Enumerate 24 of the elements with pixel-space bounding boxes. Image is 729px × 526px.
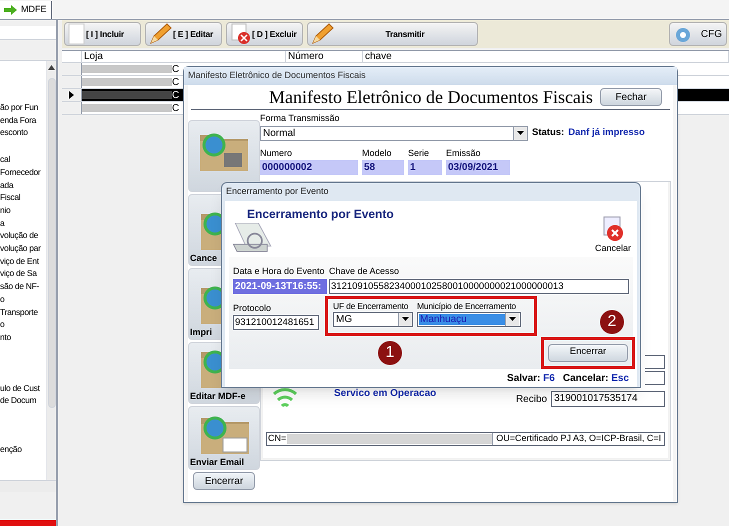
status-label: Status:	[532, 126, 564, 140]
table-cell: C	[172, 102, 180, 114]
dialog-heading: Encerramento por Evento	[247, 207, 394, 221]
status-value: Danf já impresso	[568, 126, 645, 140]
field-label: Emissão	[446, 146, 482, 160]
field-label: Forma Transmissão	[260, 112, 341, 125]
field-label: Município de Encerramento	[417, 300, 517, 312]
field-label: Protocolo	[233, 302, 272, 314]
field-label: Serie	[408, 146, 430, 160]
table-cell: C	[172, 89, 180, 101]
dialog-title: Encerramento por Evento	[226, 185, 329, 198]
field-label: UF de Encerramento	[333, 300, 410, 312]
field-label: Modelo	[362, 146, 393, 160]
window-title: Manifesto Eletrônico de Documentos Fiscais	[188, 69, 366, 82]
table-cell: C	[172, 76, 180, 88]
field-label: Chave de Acesso	[329, 265, 400, 278]
window-heading: Manifesto Eletrônico de Documentos Fiscais	[269, 86, 593, 108]
shortcut-hint: Salvar: F6	[507, 372, 555, 386]
table-cell: C	[172, 63, 180, 75]
field-label: Numero	[260, 146, 294, 160]
field-label: Recibo	[516, 392, 548, 406]
shortcut-hint: Cancelar: Esc	[562, 372, 629, 386]
field-label: Data e Hora do Evento	[233, 265, 326, 278]
service-status: Servico em Operacao	[334, 387, 436, 401]
